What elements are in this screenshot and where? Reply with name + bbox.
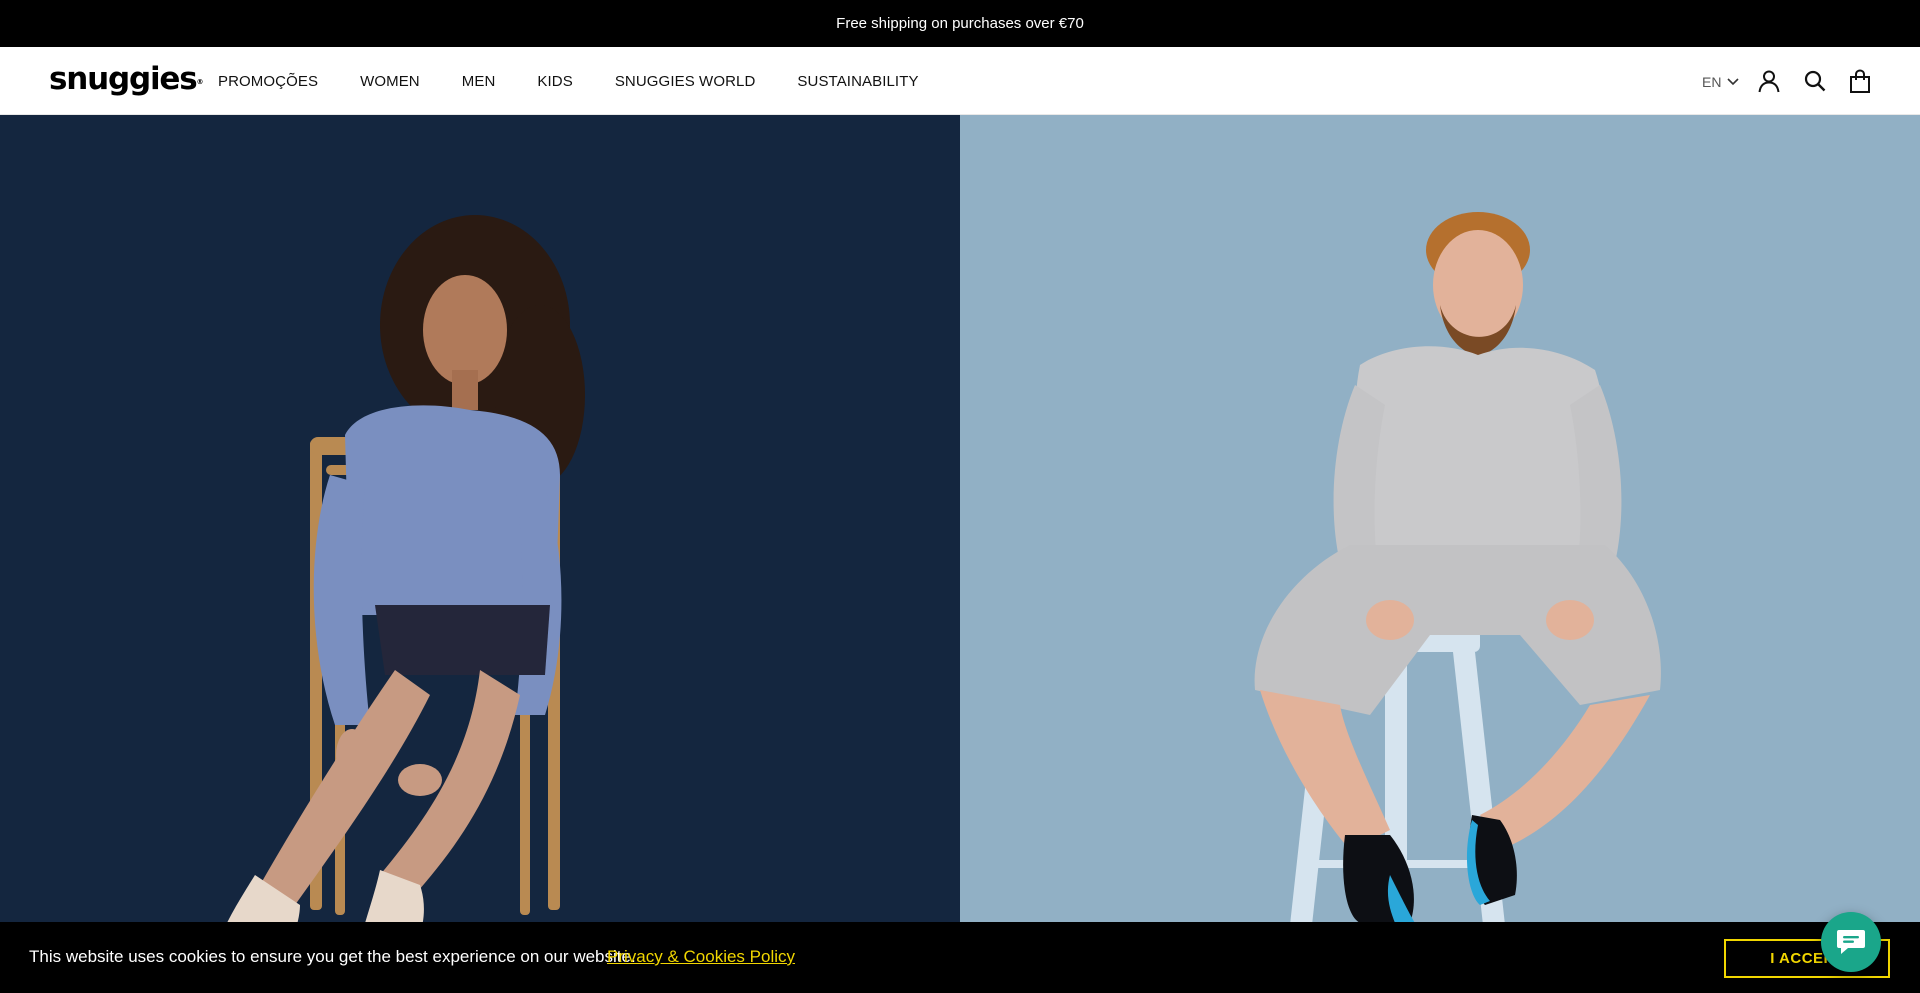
announcement-text: Free shipping on purchases over €70 bbox=[836, 15, 1084, 32]
language-label: EN bbox=[1702, 74, 1722, 90]
cart-icon[interactable] bbox=[1848, 69, 1872, 93]
nav-item-men[interactable]: MEN bbox=[462, 73, 496, 90]
site-header: snuggies® PROMOÇÕES WOMEN MEN KIDS SNUGG… bbox=[0, 47, 1920, 115]
hero-image-men[interactable] bbox=[960, 115, 1920, 923]
nav-item-women[interactable]: WOMEN bbox=[360, 73, 420, 90]
site-logo[interactable]: snuggies® bbox=[49, 61, 203, 97]
chevron-down-icon bbox=[1727, 78, 1740, 86]
nav-item-kids[interactable]: KIDS bbox=[537, 73, 572, 90]
announcement-bar: Free shipping on purchases over €70 bbox=[0, 0, 1920, 47]
chat-bubble-icon bbox=[1837, 930, 1865, 954]
nav-item-sustainability[interactable]: SUSTAINABILITY bbox=[797, 73, 918, 90]
hero-banner bbox=[0, 115, 1920, 923]
privacy-policy-link[interactable]: Privacy & Cookies Policy bbox=[607, 947, 795, 967]
hero-image-women[interactable] bbox=[0, 115, 960, 923]
cookie-banner: This website uses cookies to ensure you … bbox=[0, 922, 1920, 993]
chat-widget-button[interactable] bbox=[1821, 912, 1881, 972]
cookie-message: This website uses cookies to ensure you … bbox=[29, 947, 636, 966]
main-nav: PROMOÇÕES WOMEN MEN KIDS SNUGGIES WORLD … bbox=[218, 47, 919, 115]
man-on-stool-illustration bbox=[1254, 212, 1661, 923]
nav-item-promocoes[interactable]: PROMOÇÕES bbox=[218, 73, 318, 90]
nav-item-snuggies-world[interactable]: SNUGGIES WORLD bbox=[615, 73, 756, 90]
search-icon[interactable] bbox=[1803, 69, 1827, 93]
language-selector[interactable]: EN bbox=[1702, 74, 1740, 90]
account-icon[interactable] bbox=[1757, 69, 1781, 93]
woman-on-chair-illustration bbox=[226, 215, 585, 923]
